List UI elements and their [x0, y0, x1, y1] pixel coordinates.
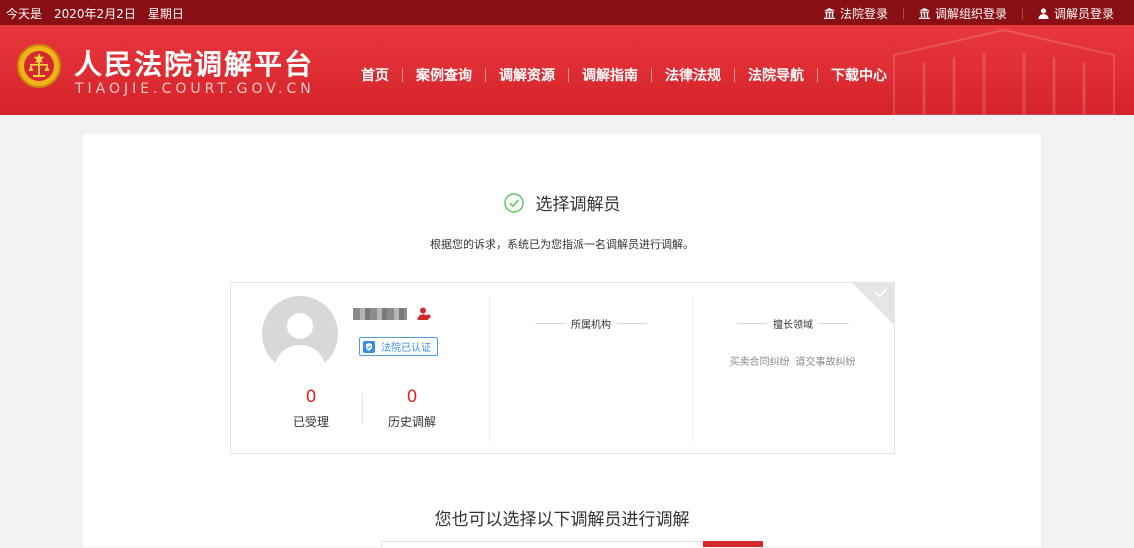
accepted-label: 已受理 [292, 415, 329, 429]
main-nav: 首页 案例查询 调解资源 调解指南 法律法规 法院导航 下载中心 [348, 65, 900, 85]
date-prefix: 今天是 [6, 7, 43, 21]
court-certified-badge: 法院已认证 [359, 337, 438, 356]
avatar [262, 296, 338, 372]
date-value: 2020年2月2日 [54, 7, 136, 21]
skills-header-label: 擅长领域 [773, 320, 813, 331]
main-panel: 选择调解员 根据您的诉求，系统已为您指派一名调解员进行调解。 法院已认证 0 已… [83, 134, 1041, 548]
site-header: 人民法院调解平台 TIAOJIE.COURT.GOV.CN 首页 案例查询 调解… [0, 25, 1134, 115]
site-domain: TIAOJIE.COURT.GOV.CN [75, 81, 315, 97]
divider [1021, 8, 1023, 19]
shield-icon [363, 340, 375, 353]
login-links: 法院登录 调解组织登录 调解员登录 [823, 5, 1114, 22]
org-header: 所属机构 [489, 316, 693, 331]
person-icon [1038, 8, 1049, 19]
history-stat: 0 历史调解 [382, 387, 442, 430]
gender-person-icon [417, 307, 431, 320]
skills-header: 擅长领域 [691, 316, 894, 331]
step-heading: 选择调解员 [83, 190, 1041, 215]
court-login-link[interactable]: 法院登录 [823, 5, 888, 22]
nav-home[interactable]: 首页 [348, 65, 402, 85]
top-bar: 今天是 2020年2月2日 星期日 法院登录 调解组织登录 调解员登录 [0, 0, 1134, 25]
check-circle-icon [503, 192, 524, 213]
nav-mediation-resources[interactable]: 调解资源 [486, 65, 568, 85]
history-label: 历史调解 [387, 415, 436, 429]
skill-tag: 道交事故纠纷 [795, 357, 856, 368]
assignment-description: 根据您的诉求，系统已为您指派一名调解员进行调解。 [430, 238, 694, 251]
nav-laws[interactable]: 法律法规 [652, 65, 734, 85]
accepted-count: 0 [305, 387, 317, 407]
stat-divider [362, 394, 363, 424]
nav-mediation-guide[interactable]: 调解指南 [569, 65, 651, 85]
history-count: 0 [406, 387, 418, 407]
skill-tag: 买卖合同纠纷 [729, 357, 790, 368]
step-title: 选择调解员 [535, 195, 621, 215]
badge-label: 法院已认证 [381, 343, 431, 354]
building-watermark-icon [893, 28, 1115, 115]
court-building-icon [918, 8, 930, 19]
nav-case-search[interactable]: 案例查询 [403, 65, 485, 85]
court-login-label: 法院登录 [839, 7, 888, 21]
mediator-login-label: 调解员登录 [1053, 7, 1114, 21]
site-title[interactable]: 人民法院调解平台 [74, 43, 314, 83]
nav-download-center[interactable]: 下载中心 [818, 65, 900, 85]
weekday: 星期日 [147, 7, 184, 21]
org-header-label: 所属机构 [571, 320, 611, 331]
divider [902, 8, 904, 19]
search-button[interactable] [703, 541, 763, 547]
skills-list: 买卖合同纠纷 道交事故纠纷 [691, 353, 894, 368]
alternative-mediators-title: 您也可以选择以下调解员进行调解 [434, 510, 690, 530]
current-date: 今天是 2020年2月2日 星期日 [6, 5, 196, 22]
mediator-login-link[interactable]: 调解员登录 [1038, 5, 1114, 22]
org-login-link[interactable]: 调解组织登录 [918, 5, 1007, 22]
org-login-label: 调解组织登录 [934, 7, 1007, 21]
court-building-icon [823, 8, 835, 19]
default-avatar-icon [274, 313, 326, 372]
accepted-stat: 0 已受理 [281, 387, 341, 430]
court-emblem-icon[interactable] [16, 43, 62, 89]
mediator-name-blurred [353, 308, 407, 320]
nav-court-navigation[interactable]: 法院导航 [735, 65, 817, 85]
mediator-card[interactable]: 法院已认证 0 已受理 0 历史调解 所属机构 擅长领域 买卖合同纠纷 道交事故纠… [230, 282, 895, 454]
